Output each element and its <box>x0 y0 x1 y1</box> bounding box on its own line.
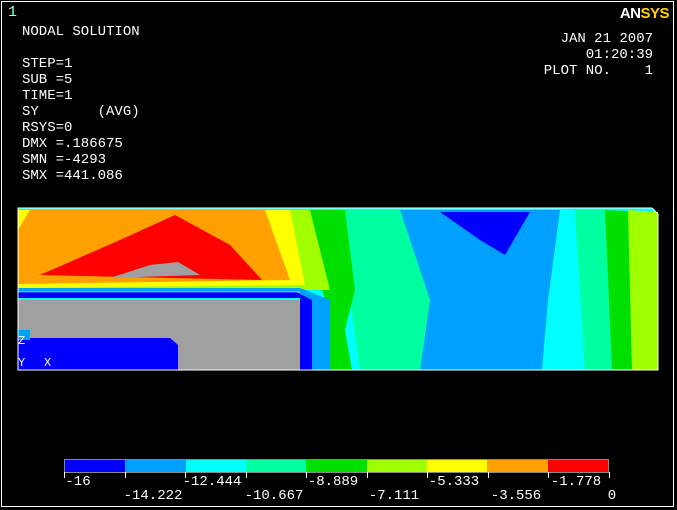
color-legend-bar <box>64 459 609 473</box>
legend-swatch-2 <box>185 460 246 472</box>
contour-band-lime-right <box>628 210 658 370</box>
legend-label-top-1: -12.444 <box>182 474 242 490</box>
axis-y-label: Y <box>18 356 26 370</box>
legend-swatch-5 <box>366 460 427 472</box>
legend-label-top-0: -16 <box>65 474 91 490</box>
axis-z-label: Z <box>18 334 26 348</box>
legend-tick-5 <box>366 472 368 478</box>
legend-label-bottom-2: -7.111 <box>368 488 420 504</box>
legend-label-bottom-0: -14.222 <box>123 488 183 504</box>
legend-label-top-4: -1.778 <box>550 474 602 490</box>
legend-label-bottom-3: -3.556 <box>490 488 542 504</box>
legend-label-top-3: -5.333 <box>428 474 480 490</box>
legend-tick-1 <box>124 472 126 478</box>
legend-swatch-3 <box>245 460 307 472</box>
contour-band-blue-lower <box>18 338 178 370</box>
legend-tick-7 <box>487 472 489 478</box>
legend-tick-8 <box>548 472 550 478</box>
legend-tick-2 <box>185 472 187 478</box>
legend-swatch-6 <box>426 460 488 472</box>
legend-label-top-2: -8.889 <box>307 474 359 490</box>
axis-x-label: X <box>44 356 52 370</box>
legend-swatch-4 <box>306 460 367 472</box>
legend-tick-3 <box>245 472 247 478</box>
legend-tick-0 <box>64 472 65 478</box>
legend-tick-4 <box>306 472 308 478</box>
legend-swatch-0 <box>65 460 126 472</box>
legend-tick-9 <box>609 472 610 478</box>
legend-swatch-1 <box>125 460 186 472</box>
legend-swatch-8 <box>547 460 608 472</box>
contour-plot[interactable] <box>0 0 677 510</box>
legend-label-bottom-1: -10.667 <box>244 488 304 504</box>
legend-tick-6 <box>427 472 429 478</box>
legend-swatch-7 <box>487 460 548 472</box>
legend-label-bottom-4: 0 <box>607 488 617 504</box>
